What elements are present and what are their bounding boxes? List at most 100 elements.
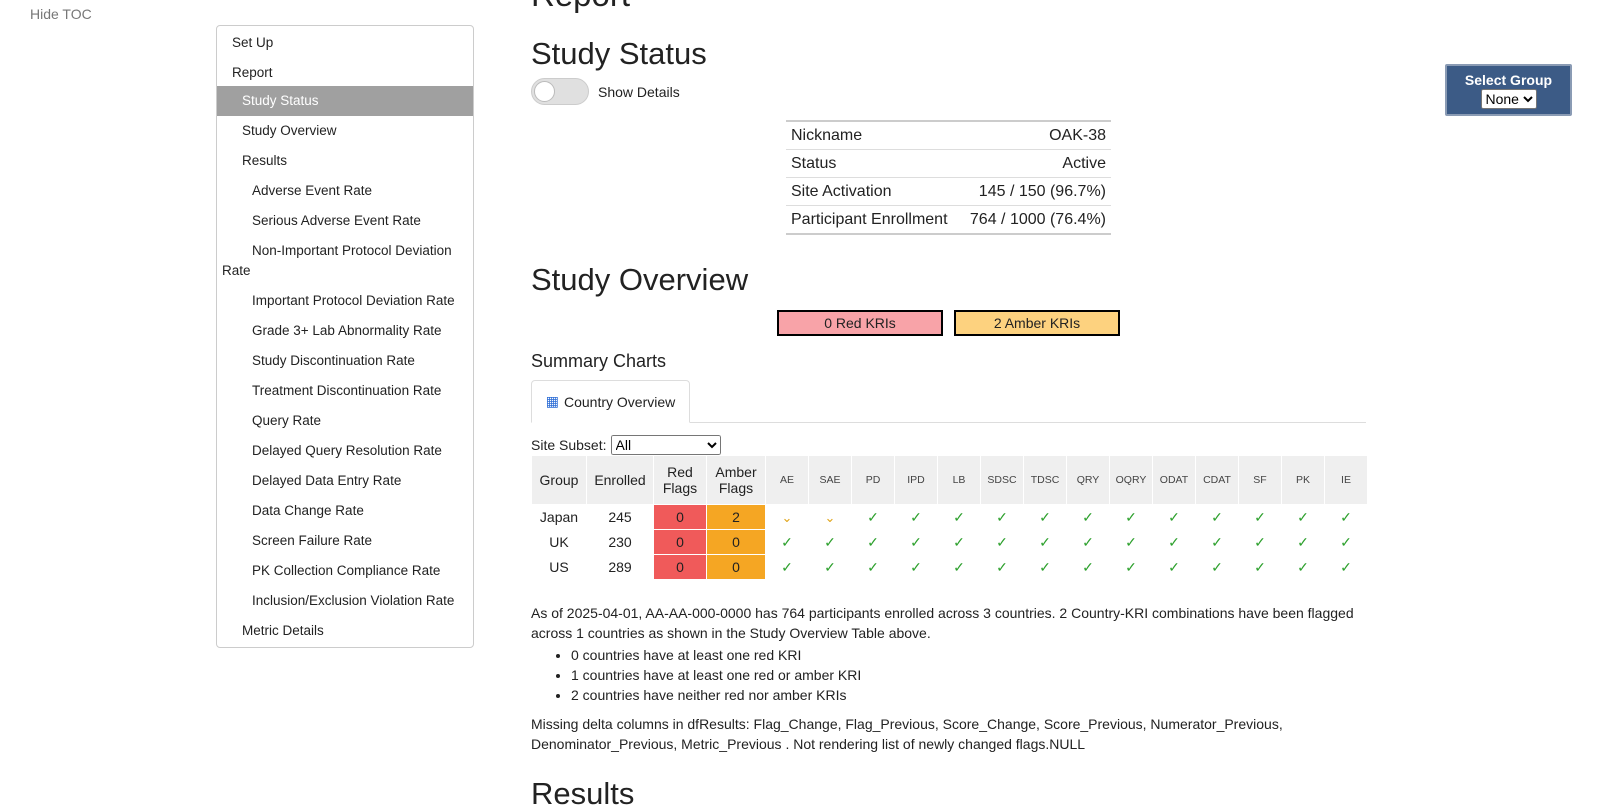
- header-red-flags[interactable]: Red Flags: [654, 456, 706, 504]
- cell-amber-flags: 0: [707, 530, 765, 554]
- kri-flag-cell[interactable]: ✓: [852, 555, 894, 579]
- header-kri-sf[interactable]: SF: [1239, 456, 1281, 504]
- kri-flag-cell[interactable]: ✓: [938, 530, 980, 554]
- header-kri-cdat[interactable]: CDAT: [1196, 456, 1238, 504]
- kri-flag-cell[interactable]: ✓: [852, 505, 894, 529]
- kri-flag-cell[interactable]: ✓: [1067, 555, 1109, 579]
- kri-flag-cell[interactable]: ✓: [1110, 530, 1152, 554]
- toc-item-grade3-lab-rate[interactable]: Grade 3+ Lab Abnormality Rate: [217, 316, 473, 346]
- check-icon: ✓: [867, 508, 879, 525]
- kri-flag-cell[interactable]: ✓: [1153, 505, 1195, 529]
- header-kri-ie[interactable]: IE: [1325, 456, 1367, 504]
- kri-flag-cell[interactable]: ✓: [1153, 555, 1195, 579]
- kri-flag-cell[interactable]: ✓: [1196, 530, 1238, 554]
- kri-flag-cell[interactable]: ✓: [981, 555, 1023, 579]
- check-icon: ✓: [867, 558, 879, 575]
- kri-flag-cell[interactable]: ✓: [895, 505, 937, 529]
- kri-flag-cell[interactable]: ✓: [1196, 505, 1238, 529]
- tab-country-overview[interactable]: ▦ Country Overview: [531, 380, 690, 423]
- toc-item-delayed-query-resolution-rate[interactable]: Delayed Query Resolution Rate: [217, 436, 473, 466]
- table-row: Japan 245 0 2 ⌄ ⌄ ✓ ✓ ✓ ✓ ✓ ✓ ✓ ✓ ✓ ✓ ✓ ✓: [532, 505, 1367, 529]
- cell-red-flags: 0: [654, 555, 706, 579]
- kri-flag-cell[interactable]: ✓: [1282, 530, 1324, 554]
- show-details-toggle[interactable]: [531, 78, 589, 105]
- cell-group: US: [549, 559, 569, 575]
- kri-flag-cell[interactable]: ✓: [1024, 505, 1066, 529]
- kri-flag-cell[interactable]: ✓: [1024, 555, 1066, 579]
- toc-item-screen-failure-rate[interactable]: Screen Failure Rate: [217, 526, 473, 556]
- toc-item-serious-adverse-event-rate[interactable]: Serious Adverse Event Rate: [217, 206, 473, 236]
- check-icon: ✓: [1211, 558, 1223, 575]
- toc-item-adverse-event-rate[interactable]: Adverse Event Rate: [217, 176, 473, 206]
- list-item: 0 countries have at least one red KRI: [571, 645, 861, 665]
- table-row: Participant Enrollment 764 / 1000 (76.4%…: [786, 205, 1111, 235]
- header-kri-sae[interactable]: SAE: [809, 456, 851, 504]
- check-icon: ✓: [1039, 508, 1051, 525]
- kri-flag-cell[interactable]: ✓: [1110, 505, 1152, 529]
- toc-item-metric-details[interactable]: Metric Details: [217, 616, 473, 646]
- kri-flag-cell[interactable]: ✓: [809, 530, 851, 554]
- kri-flag-cell[interactable]: ✓: [981, 505, 1023, 529]
- header-kri-sdsc[interactable]: SDSC: [981, 456, 1023, 504]
- header-kri-oqry[interactable]: OQRY: [1110, 456, 1152, 504]
- kri-flag-cell[interactable]: ⌄: [809, 505, 851, 529]
- kri-flag-cell[interactable]: ✓: [938, 505, 980, 529]
- site-subset-select[interactable]: All: [610, 435, 721, 455]
- kri-flag-cell[interactable]: ✓: [1067, 505, 1109, 529]
- kri-flag-cell[interactable]: ✓: [1325, 555, 1367, 579]
- kri-flag-cell[interactable]: ✓: [1067, 530, 1109, 554]
- select-group-dropdown[interactable]: None: [1480, 89, 1537, 109]
- kri-flag-cell[interactable]: ✓: [1282, 505, 1324, 529]
- toc-item-report[interactable]: Report: [217, 56, 473, 86]
- kri-flag-cell[interactable]: ✓: [1325, 505, 1367, 529]
- kri-flag-cell[interactable]: ✓: [766, 555, 808, 579]
- header-kri-odat[interactable]: ODAT: [1153, 456, 1195, 504]
- header-kri-ae[interactable]: AE: [766, 456, 808, 504]
- kri-flag-cell[interactable]: ✓: [895, 555, 937, 579]
- toc-item-delayed-data-entry-rate[interactable]: Delayed Data Entry Rate: [217, 466, 473, 496]
- kri-flag-cell[interactable]: ✓: [1110, 555, 1152, 579]
- header-group[interactable]: Group: [532, 456, 586, 504]
- kri-flag-cell[interactable]: ✓: [1325, 530, 1367, 554]
- header-kri-pk[interactable]: PK: [1282, 456, 1324, 504]
- toc-item-study-overview[interactable]: Study Overview: [217, 116, 473, 146]
- toc-item-data-change-rate[interactable]: Data Change Rate: [217, 496, 473, 526]
- kri-flag-cell[interactable]: ✓: [1282, 555, 1324, 579]
- kri-flag-cell[interactable]: ✓: [809, 555, 851, 579]
- toc-item-study-discontinuation-rate[interactable]: Study Discontinuation Rate: [217, 346, 473, 376]
- kri-flag-cell[interactable]: ✓: [1239, 555, 1281, 579]
- header-kri-qry[interactable]: QRY: [1067, 456, 1109, 504]
- toc-item-treatment-discontinuation-rate[interactable]: Treatment Discontinuation Rate: [217, 376, 473, 406]
- header-kri-lb[interactable]: LB: [938, 456, 980, 504]
- toc-item-set-up[interactable]: Set Up: [217, 26, 473, 56]
- cell-group: UK: [549, 534, 569, 550]
- toc-item-non-important-pd-rate[interactable]: Non-Important Protocol Deviation Rate: [217, 236, 473, 286]
- kri-flag-cell[interactable]: ✓: [1239, 530, 1281, 554]
- kri-flag-cell[interactable]: ✓: [852, 530, 894, 554]
- toc-item-pk-collection-compliance-rate[interactable]: PK Collection Compliance Rate: [217, 556, 473, 586]
- kri-flag-cell[interactable]: ✓: [1024, 530, 1066, 554]
- header-enrolled[interactable]: Enrolled: [587, 456, 653, 504]
- kri-flag-cell[interactable]: ✓: [895, 530, 937, 554]
- status-value: OAK-38: [959, 121, 1111, 150]
- header-amber-flags[interactable]: Amber Flags: [707, 456, 765, 504]
- kri-flag-cell[interactable]: ✓: [1153, 530, 1195, 554]
- header-kri-ipd[interactable]: IPD: [895, 456, 937, 504]
- toc-item-study-status[interactable]: Study Status: [217, 86, 473, 116]
- hide-toc-link[interactable]: Hide TOC: [30, 6, 92, 22]
- toc-item-results[interactable]: Results: [217, 146, 473, 176]
- cell-enrolled: 289: [608, 559, 632, 575]
- toc-item-query-rate[interactable]: Query Rate: [217, 406, 473, 436]
- toggle-knob: [534, 81, 555, 102]
- header-kri-tdsc[interactable]: TDSC: [1024, 456, 1066, 504]
- toc-item-important-pd-rate[interactable]: Important Protocol Deviation Rate: [217, 286, 473, 316]
- kri-flag-cell[interactable]: ✓: [981, 530, 1023, 554]
- kri-flag-cell[interactable]: ✓: [1196, 555, 1238, 579]
- toc-item-ie-violation-rate[interactable]: Inclusion/Exclusion Violation Rate: [217, 586, 473, 616]
- header-kri-pd[interactable]: PD: [852, 456, 894, 504]
- kri-flag-cell[interactable]: ✓: [766, 530, 808, 554]
- kri-flag-cell[interactable]: ✓: [1239, 505, 1281, 529]
- kri-flag-cell[interactable]: ⌄: [766, 505, 808, 529]
- check-icon: ✓: [1297, 533, 1309, 550]
- kri-flag-cell[interactable]: ✓: [938, 555, 980, 579]
